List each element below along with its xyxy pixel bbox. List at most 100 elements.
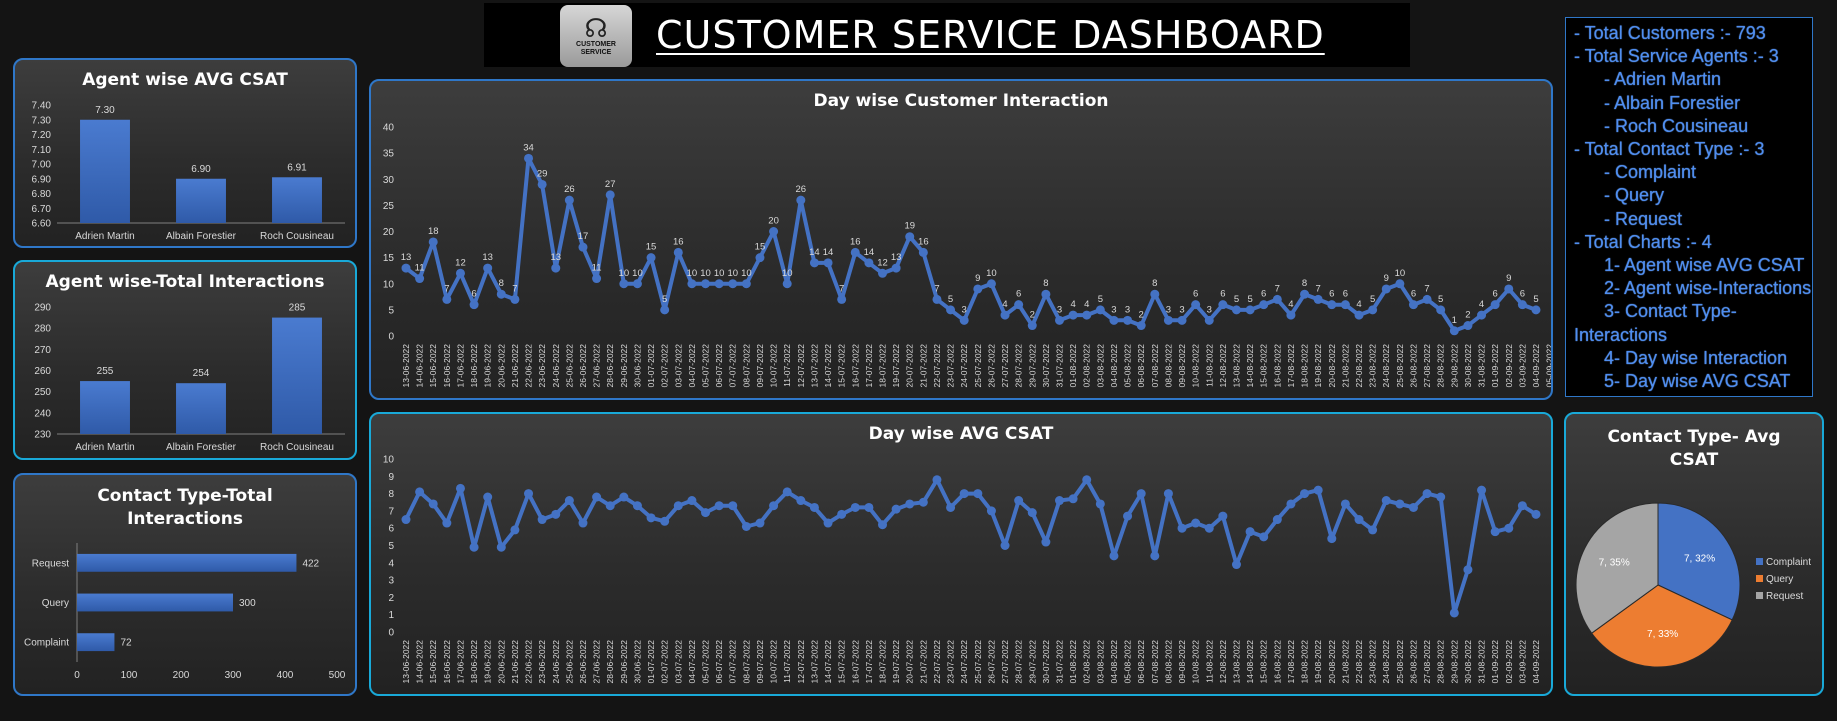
data-point bbox=[1123, 315, 1133, 325]
x-tick-label: 29-07-2022 bbox=[1027, 344, 1037, 388]
data-point bbox=[1191, 300, 1201, 310]
x-tick-label: 29-07-2022 bbox=[1027, 640, 1037, 684]
agent-interactions-panel: Agent wise-Total Interactions 230 240 250 2… bbox=[13, 260, 357, 460]
data-point bbox=[592, 492, 602, 502]
x-tick-label: 24-06-2022 bbox=[551, 640, 561, 684]
x-tick-label: 15-08-2022 bbox=[1259, 344, 1269, 388]
data-label: 7 bbox=[839, 283, 844, 294]
data-label: 7, 33% bbox=[1647, 629, 1678, 640]
x-tick-label: 14-07-2022 bbox=[823, 640, 833, 684]
x-tick-label: 15-07-2022 bbox=[837, 640, 847, 684]
data-label: 12 bbox=[877, 257, 888, 268]
x-tick-label: 18-07-2022 bbox=[878, 640, 888, 684]
data-point bbox=[1313, 485, 1323, 495]
x-tick-label: 01-07-2022 bbox=[646, 344, 656, 388]
data-point bbox=[741, 521, 751, 531]
x-tick-label: 01-08-2022 bbox=[1068, 344, 1078, 388]
data-label: 12 bbox=[455, 257, 466, 268]
data-point bbox=[496, 542, 506, 552]
data-label: 3 bbox=[1125, 304, 1130, 315]
x-tick-label: 25-07-2022 bbox=[973, 344, 983, 388]
x-tick-label: 09-07-2022 bbox=[755, 640, 765, 684]
x-tick-label: 08-07-2022 bbox=[741, 344, 751, 388]
data-point bbox=[959, 489, 969, 499]
x-tick-label: 06-07-2022 bbox=[714, 640, 724, 684]
y-tick-label: 7.00 bbox=[32, 160, 52, 171]
data-point bbox=[1231, 305, 1241, 315]
summary-info-box: - Total Customers :- 793 - Total Service … bbox=[1565, 17, 1813, 397]
bar bbox=[272, 177, 322, 223]
agent-csat-panel: Agent wise AVG CSAT 6.60 6.70 6.80 6.90 7.00… bbox=[13, 58, 357, 248]
data-point bbox=[714, 279, 724, 289]
data-point bbox=[932, 475, 942, 485]
info-line: - Roch Cousineau bbox=[1574, 115, 1749, 136]
data-label: 7, 35% bbox=[1599, 558, 1630, 569]
x-tick-label: 28-07-2022 bbox=[1014, 344, 1024, 388]
contact-csat-pie-chart: 7, 32% Complaint 7, 33% Query 7, 35% Request bbox=[1575, 502, 1811, 668]
y-tick-label: Query bbox=[42, 598, 69, 609]
data-point bbox=[823, 518, 833, 528]
x-tick-label: 04-08-2022 bbox=[1109, 344, 1119, 388]
data-point bbox=[959, 315, 969, 325]
y-tick-label: Request bbox=[32, 558, 69, 569]
data-label: 6 bbox=[1329, 289, 1334, 300]
data-label: 13 bbox=[401, 252, 412, 263]
data-point bbox=[986, 506, 996, 516]
y-tick-label: 7.40 bbox=[32, 101, 52, 112]
data-point bbox=[1449, 608, 1459, 618]
headset-icon: ☊ bbox=[584, 13, 608, 43]
x-tick-label: 14-06-2022 bbox=[415, 640, 425, 684]
data-point bbox=[537, 515, 547, 525]
x-tick-label: 07-08-2022 bbox=[1150, 640, 1160, 684]
data-point bbox=[510, 525, 520, 535]
data-label: 16 bbox=[673, 236, 684, 247]
data-label: 4 bbox=[1084, 299, 1089, 310]
data-point bbox=[646, 253, 656, 263]
data-point bbox=[1408, 300, 1418, 310]
x-tick-label: 24-07-2022 bbox=[959, 640, 969, 684]
info-line: Interactions bbox=[1574, 324, 1668, 345]
x-tick-label: 06-07-2022 bbox=[714, 344, 724, 388]
x-tick-label: 17-08-2022 bbox=[1286, 640, 1296, 684]
info-line: - Complaint bbox=[1574, 162, 1697, 183]
x-tick-label: 400 bbox=[277, 670, 294, 681]
data-point bbox=[605, 501, 615, 511]
data-label: 4 bbox=[1070, 299, 1075, 310]
x-tick-label: 22-06-2022 bbox=[524, 640, 534, 684]
data-point bbox=[551, 509, 561, 519]
data-point bbox=[728, 501, 738, 511]
data-point bbox=[986, 279, 996, 289]
y-tick-label: 5 bbox=[388, 541, 394, 552]
x-tick-label: 26-06-2022 bbox=[578, 640, 588, 684]
y-tick-label: 6 bbox=[388, 524, 394, 535]
data-label: 18 bbox=[428, 226, 439, 237]
data-point bbox=[796, 496, 806, 506]
x-tick-label: 18-08-2022 bbox=[1300, 344, 1310, 388]
x-tick-label: 29-06-2022 bbox=[619, 344, 629, 388]
y-tick-label: 290 bbox=[34, 303, 51, 314]
data-point bbox=[1463, 565, 1473, 575]
x-tick-label: 02-08-2022 bbox=[1082, 344, 1092, 388]
data-label: 14 bbox=[809, 247, 820, 258]
data-label: 7 bbox=[934, 283, 939, 294]
x-tick-label: 02-09-2022 bbox=[1504, 344, 1514, 388]
x-tick-label: 16-08-2022 bbox=[1272, 640, 1282, 684]
data-label: 5 bbox=[1098, 294, 1103, 305]
x-tick-label: Albain Forestier bbox=[166, 442, 237, 453]
data-point bbox=[646, 513, 656, 523]
x-tick-label: 02-07-2022 bbox=[660, 640, 670, 684]
x-tick-label: 26-07-2022 bbox=[986, 344, 996, 388]
x-tick-label: 22-07-2022 bbox=[932, 344, 942, 388]
data-point bbox=[551, 263, 561, 273]
x-tick-label: 13-06-2022 bbox=[401, 344, 411, 388]
data-point bbox=[415, 487, 425, 497]
x-tick-label: 16-06-2022 bbox=[442, 344, 452, 388]
x-tick-label: 03-07-2022 bbox=[673, 344, 683, 388]
data-point bbox=[1368, 305, 1378, 315]
x-tick-label: 04-07-2022 bbox=[687, 344, 697, 388]
data-label: 15 bbox=[646, 242, 657, 253]
data-label: 5 bbox=[948, 294, 953, 305]
data-point bbox=[1054, 496, 1064, 506]
data-label: 19 bbox=[904, 221, 915, 232]
x-tick-label: 28-08-2022 bbox=[1436, 344, 1446, 388]
